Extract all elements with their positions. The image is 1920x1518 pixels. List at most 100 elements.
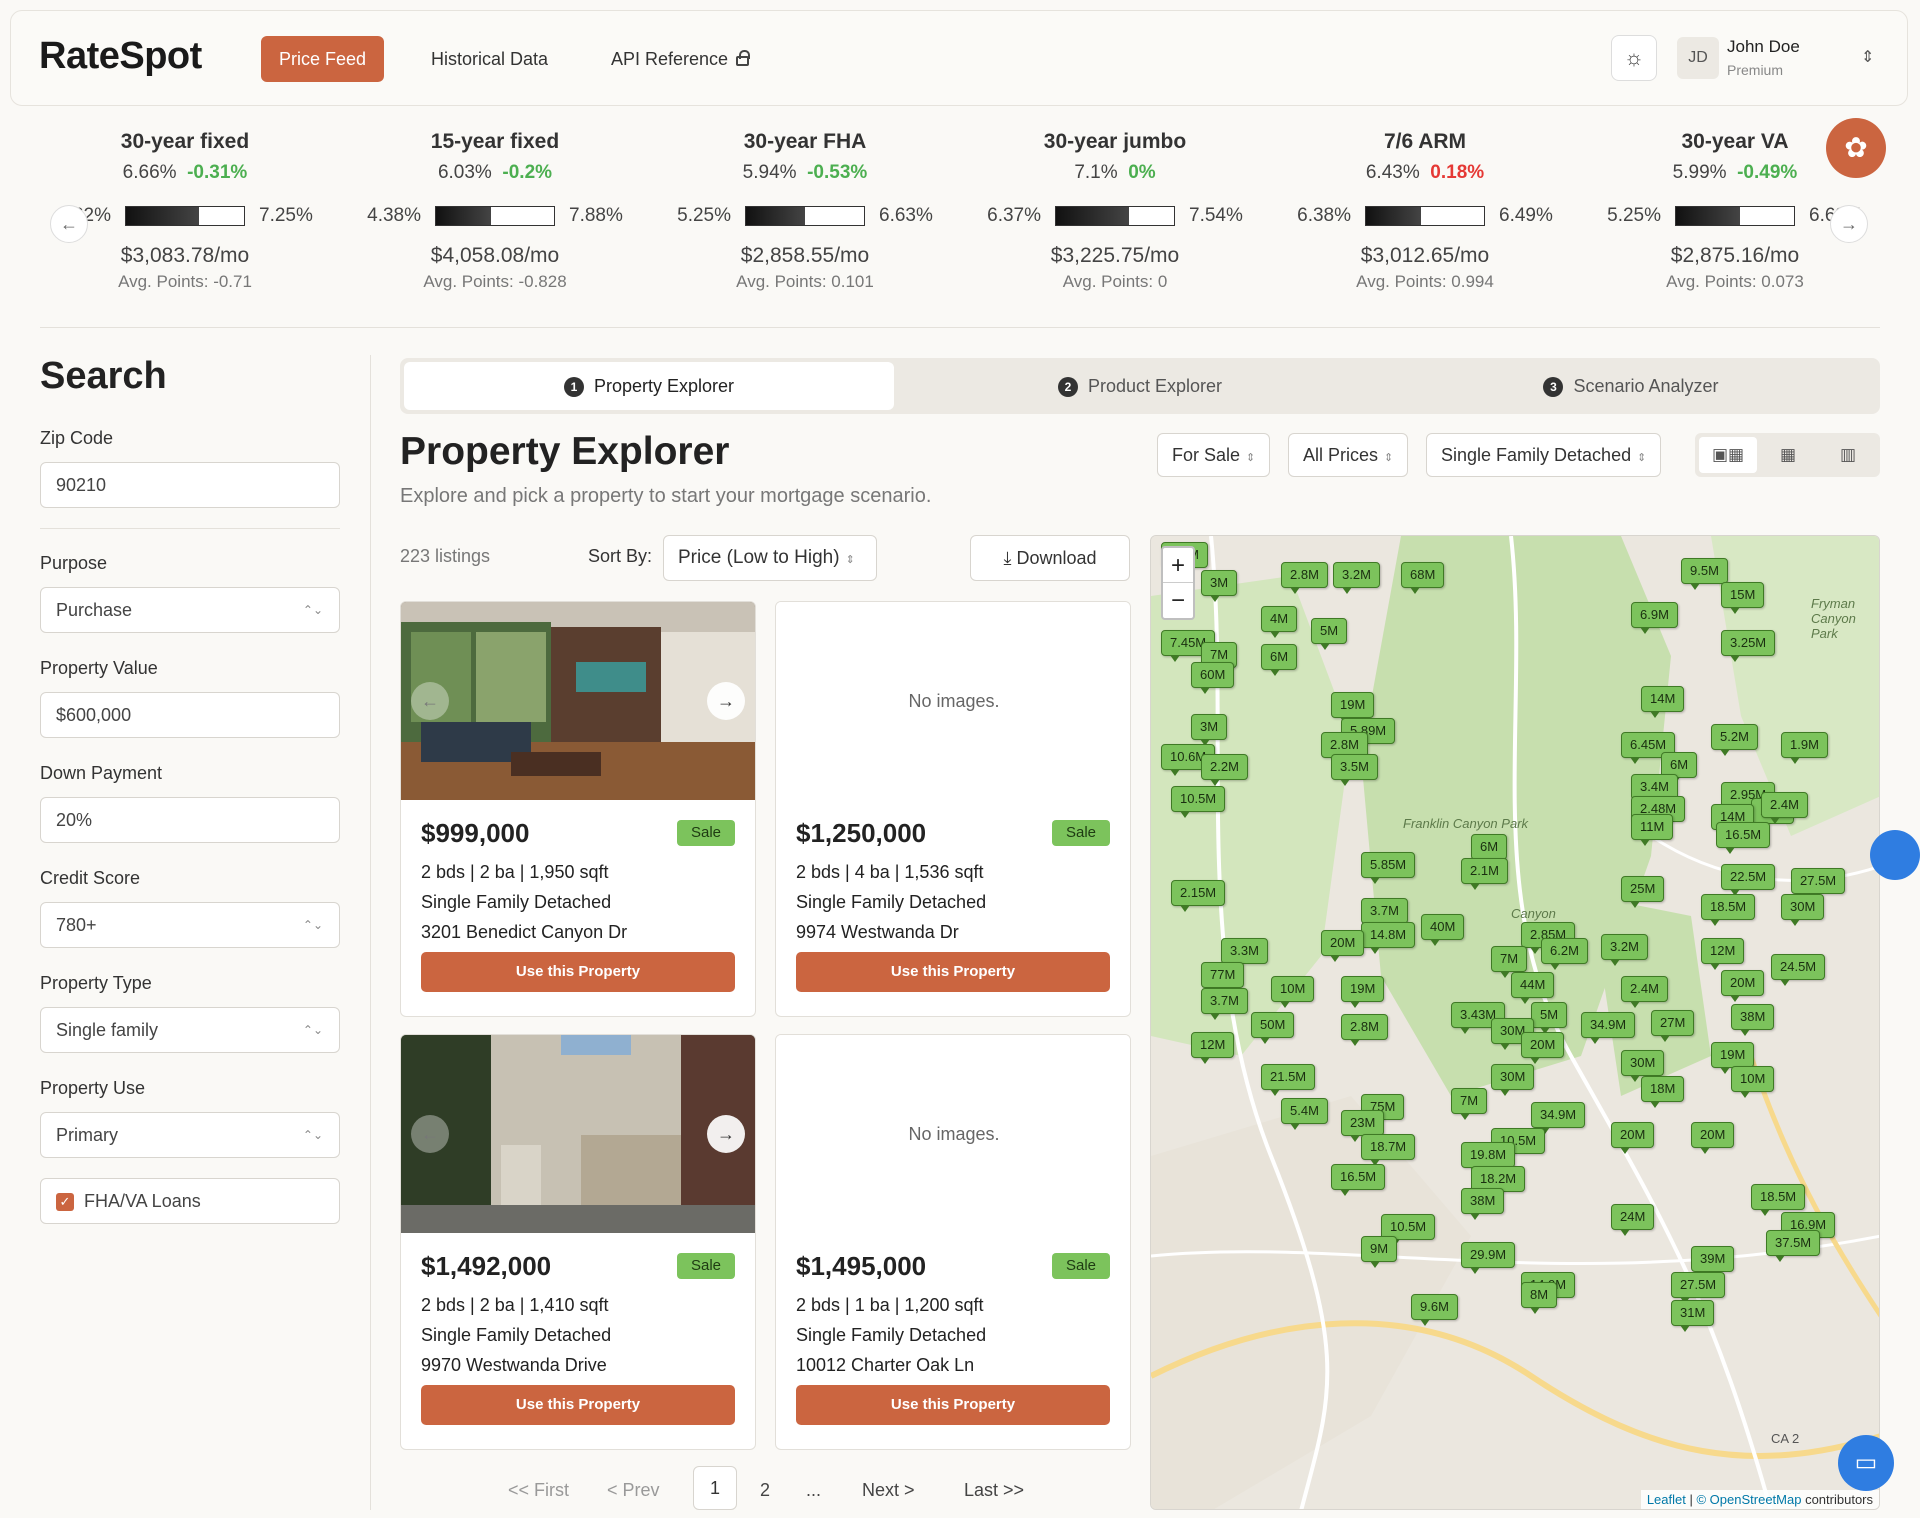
price-marker[interactable]: 20M bbox=[1691, 1122, 1735, 1154]
price-marker[interactable]: 2.8M bbox=[1281, 562, 1328, 594]
theme-toggle-button[interactable]: ☼ bbox=[1611, 35, 1657, 81]
price-marker[interactable]: 6.2M bbox=[1541, 938, 1588, 970]
price-marker[interactable]: 5.85M bbox=[1361, 852, 1416, 884]
price-marker[interactable]: 5.2M bbox=[1711, 724, 1758, 756]
price-marker[interactable]: 27.5M bbox=[1671, 1272, 1726, 1304]
price-marker[interactable]: 27.5M bbox=[1791, 868, 1846, 900]
price-marker[interactable]: 15M bbox=[1721, 582, 1765, 614]
price-marker[interactable]: 27M bbox=[1651, 1010, 1695, 1042]
price-marker[interactable]: 6.9M bbox=[1631, 602, 1678, 634]
price-marker[interactable]: 37.5M bbox=[1766, 1230, 1821, 1262]
brain-icon[interactable]: ✿ bbox=[1826, 118, 1886, 178]
avatar[interactable]: JD bbox=[1677, 37, 1719, 79]
price-marker[interactable]: 30M bbox=[1491, 1064, 1535, 1096]
price-marker[interactable]: 30M bbox=[1621, 1050, 1665, 1082]
price-marker[interactable]: 22.5M bbox=[1721, 864, 1776, 896]
price-marker[interactable]: 3.25M bbox=[1721, 630, 1776, 662]
page-1-button[interactable]: 1 bbox=[693, 1466, 737, 1510]
arrow-right-icon[interactable]: → bbox=[707, 1115, 745, 1153]
grid-view-icon[interactable]: ▦ bbox=[1759, 437, 1817, 473]
price-marker[interactable]: 2.1M bbox=[1461, 858, 1508, 890]
price-marker[interactable]: 7M bbox=[1451, 1088, 1488, 1120]
down-payment-input[interactable]: 20% bbox=[40, 797, 340, 843]
property-use-select[interactable]: Primary ⌃⌄ bbox=[40, 1112, 340, 1158]
price-marker[interactable]: 20M bbox=[1521, 1032, 1565, 1064]
page-prev-button[interactable]: < Prev bbox=[607, 1468, 660, 1512]
price-marker[interactable]: 3.7M bbox=[1201, 988, 1248, 1020]
page-next-button[interactable]: Next > bbox=[862, 1468, 915, 1512]
price-marker[interactable]: 2.4M bbox=[1621, 976, 1668, 1008]
tab-product-explorer[interactable]: 2 Product Explorer bbox=[895, 362, 1385, 410]
price-marker[interactable]: 20M bbox=[1611, 1122, 1655, 1154]
arrow-right-icon[interactable]: → bbox=[707, 682, 745, 720]
arrow-left-icon[interactable]: ← bbox=[411, 1115, 449, 1153]
price-marker[interactable]: 24M bbox=[1611, 1204, 1655, 1236]
price-marker[interactable]: 18.7M bbox=[1361, 1134, 1416, 1166]
price-marker[interactable]: 4M bbox=[1261, 606, 1298, 638]
price-marker[interactable]: 5M bbox=[1311, 618, 1348, 650]
price-marker[interactable]: 11M bbox=[1631, 814, 1674, 846]
price-marker[interactable]: 3.7M bbox=[1361, 898, 1408, 930]
type-filter[interactable]: Single Family Detached ⇕ bbox=[1426, 433, 1662, 477]
price-marker[interactable]: 10.5M bbox=[1171, 786, 1226, 818]
page-last-button[interactable]: Last >> bbox=[964, 1468, 1024, 1512]
price-marker[interactable]: 3.3M bbox=[1221, 938, 1268, 970]
page-2-button[interactable]: 2 bbox=[760, 1468, 770, 1512]
price-marker[interactable]: 34.9M bbox=[1581, 1012, 1636, 1044]
rate-card[interactable]: 30-year jumbo 7.1% 0% 6.37% 7.54% $3,225.75/… bbox=[960, 130, 1270, 310]
price-marker[interactable]: 18M bbox=[1641, 1076, 1685, 1108]
price-marker[interactable]: 6M bbox=[1471, 834, 1508, 866]
price-marker[interactable]: 6M bbox=[1261, 644, 1298, 676]
property-value-input[interactable]: $600,000 bbox=[40, 692, 340, 738]
price-marker[interactable]: 2.4M bbox=[1761, 792, 1808, 824]
use-property-button[interactable]: Use this Property bbox=[421, 1385, 735, 1425]
nav-historical-data[interactable]: Historical Data bbox=[413, 36, 566, 82]
zip-input[interactable]: 90210 bbox=[40, 462, 340, 508]
price-marker[interactable]: 19M bbox=[1331, 692, 1375, 724]
price-marker[interactable]: 23M bbox=[1341, 1110, 1385, 1142]
price-marker[interactable]: 24.5M bbox=[1771, 954, 1826, 986]
price-marker[interactable]: 16.5M bbox=[1716, 822, 1771, 854]
price-marker[interactable]: 8M bbox=[1521, 1282, 1558, 1314]
price-marker[interactable]: 10M bbox=[1271, 976, 1315, 1008]
price-marker[interactable]: 3.2M bbox=[1333, 562, 1380, 594]
price-marker[interactable]: 3M bbox=[1201, 570, 1238, 602]
price-marker[interactable]: 9.5M bbox=[1681, 558, 1728, 590]
price-marker[interactable]: 50M bbox=[1251, 1012, 1295, 1044]
price-marker[interactable]: 20M bbox=[1721, 970, 1765, 1002]
price-marker[interactable]: 18.5M bbox=[1701, 894, 1756, 926]
rate-card[interactable]: 15-year fixed 6.03% -0.2% 4.38% 7.88% $4,058… bbox=[340, 130, 650, 310]
page-first-button[interactable]: << First bbox=[508, 1468, 569, 1512]
price-marker[interactable]: 25M bbox=[1621, 876, 1665, 908]
price-marker[interactable]: 19.8M bbox=[1461, 1142, 1516, 1174]
price-marker[interactable]: 77M bbox=[1201, 962, 1245, 994]
chat-icon[interactable]: ▭ bbox=[1838, 1435, 1894, 1491]
price-marker[interactable]: 7M bbox=[1491, 946, 1528, 978]
price-marker[interactable]: 1.9M bbox=[1781, 732, 1828, 764]
price-marker[interactable]: 29.9M bbox=[1461, 1242, 1516, 1274]
download-button[interactable]: ⤓ Download bbox=[970, 535, 1130, 581]
arrow-left-icon[interactable]: ← bbox=[411, 682, 449, 720]
price-marker[interactable]: 19M bbox=[1711, 1042, 1755, 1074]
price-marker[interactable]: 5.4M bbox=[1281, 1098, 1328, 1130]
price-marker[interactable]: 12M bbox=[1191, 1032, 1235, 1064]
price-marker[interactable]: 19M bbox=[1341, 976, 1385, 1008]
fha-va-checkbox[interactable]: ✓ FHA/VA Loans bbox=[40, 1178, 340, 1224]
osm-link[interactable]: © OpenStreetMap bbox=[1696, 1492, 1801, 1507]
credit-score-select[interactable]: 780+ ⌃⌄ bbox=[40, 902, 340, 948]
price-marker[interactable]: 9.6M bbox=[1411, 1294, 1458, 1326]
use-property-button[interactable]: Use this Property bbox=[796, 1385, 1110, 1425]
price-marker[interactable]: 60M bbox=[1191, 662, 1235, 694]
price-marker[interactable]: 2.15M bbox=[1171, 880, 1226, 912]
price-marker[interactable]: 3.2M bbox=[1601, 934, 1648, 966]
zoom-out-button[interactable]: − bbox=[1163, 583, 1193, 618]
price-marker[interactable]: 34.9M bbox=[1531, 1102, 1586, 1134]
price-marker[interactable]: 18.5M bbox=[1751, 1184, 1806, 1216]
image-map-view-icon[interactable]: ▣▦ bbox=[1699, 437, 1757, 473]
property-photo[interactable] bbox=[401, 602, 756, 800]
price-marker[interactable]: 39M bbox=[1691, 1246, 1735, 1278]
rate-card[interactable]: 30-year FHA 5.94% -0.53% 5.25% 6.63% $2,858.… bbox=[650, 130, 960, 310]
listings-map[interactable]: Franklin Canyon Park Fryman Canyon Park … bbox=[1150, 535, 1880, 1510]
price-marker[interactable]: 9M bbox=[1361, 1236, 1398, 1268]
price-marker[interactable]: 2.8M bbox=[1341, 1014, 1388, 1046]
